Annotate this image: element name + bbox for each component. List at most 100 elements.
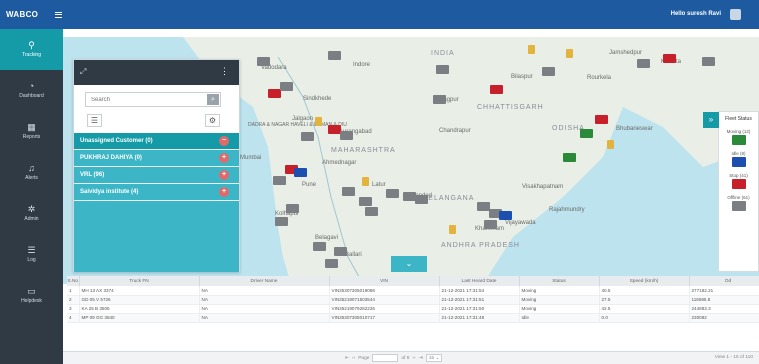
truck-marker[interactable] [294, 168, 307, 177]
table-row[interactable]: 1 MH 13 AX 3374 NA VIN35307305019086 21-… [67, 286, 759, 296]
truck-marker[interactable] [301, 132, 314, 141]
truck-marker[interactable] [490, 85, 503, 94]
truck-marker[interactable] [286, 204, 299, 213]
truck-marker[interactable] [280, 82, 293, 91]
search-input[interactable] [86, 93, 196, 106]
location-pin-icon[interactable] [607, 140, 614, 149]
truck-marker[interactable] [484, 220, 497, 229]
truck-marker[interactable] [386, 189, 399, 198]
table-row[interactable]: 2 GD 05 V 5726 NA VIN35219071503544 21-1… [67, 295, 759, 305]
truck-marker[interactable] [325, 259, 338, 268]
fleet-status-moving[interactable]: Moving (12) [719, 129, 758, 145]
truck-marker[interactable] [257, 57, 270, 66]
truck-marker[interactable] [273, 176, 286, 185]
column-header[interactable]: VIN [329, 276, 440, 286]
customer-group-unassigned[interactable]: Unassigned Customer (0) − [74, 133, 239, 150]
expand-plus-icon[interactable]: + [219, 187, 229, 197]
previous-page-icon[interactable]: ‹‹ [352, 356, 355, 361]
truck-marker[interactable] [415, 195, 428, 204]
sidebar-item-tracking[interactable]: ⚲ Tracking [0, 29, 63, 70]
truck-marker[interactable] [275, 217, 288, 226]
sidebar-item-admin[interactable]: ✲ Admin [0, 193, 63, 234]
fleet-status-idle[interactable]: Idle (8) [719, 151, 758, 167]
column-header[interactable]: Speed (km/h) [599, 276, 690, 286]
table-row[interactable]: 3 KA 25 B 3506 NA VIN35219079282226 21-1… [67, 304, 759, 314]
first-page-icon[interactable]: ⇤ [345, 356, 349, 361]
page-number-input[interactable] [372, 354, 399, 362]
table-cell: 230082 [689, 313, 759, 323]
map-place-label: Rourkela [587, 75, 612, 81]
location-pin-icon[interactable] [566, 49, 573, 58]
settings-icon[interactable]: ⚙ [205, 114, 220, 127]
sidebar-item-helpdesk[interactable]: ▭ Helpdesk [0, 275, 63, 316]
map-place-label: Belagavi [315, 235, 339, 241]
collapse-map-button[interactable]: ⌄ [391, 256, 427, 272]
truck-marker[interactable] [663, 54, 676, 63]
table-cell: 116595.8 [689, 295, 759, 305]
truck-marker[interactable] [313, 242, 326, 251]
truck-marker[interactable] [334, 247, 347, 256]
truck-marker[interactable] [359, 197, 372, 206]
chevron-right-icon[interactable]: » [703, 112, 719, 128]
customer-group-vrl[interactable]: VRL (96) + [74, 167, 239, 184]
list-view-icon[interactable]: ☰ [87, 114, 102, 127]
expand-plus-icon[interactable]: + [219, 170, 229, 180]
hamburger-menu-icon[interactable] [55, 11, 63, 18]
truck-marker[interactable] [342, 187, 355, 196]
truck-marker[interactable] [499, 211, 512, 220]
truck-marker[interactable] [563, 153, 576, 162]
customer-group-pukhraj[interactable]: PUKHRAJ DAHIYA (0) + [74, 150, 239, 167]
search-icon[interactable]: ⌕ [207, 94, 219, 105]
page-size-select[interactable]: 15 ⌄ [425, 354, 443, 362]
user-greeting[interactable]: Hello suresh Ravi [671, 11, 721, 17]
truck-marker[interactable] [268, 89, 281, 98]
vehicle-filter-panel: ⤢ ⋮ ⌕ ☰ ⚙ Unassigned Customer (0) − PUKH… [73, 59, 240, 272]
table-cell: VIN35219079282226 [329, 304, 440, 314]
expand-icon[interactable]: ⤢ [80, 67, 86, 77]
brand-logo: WABCO [6, 10, 39, 19]
map-place-label: Pune [302, 182, 317, 188]
location-pin-icon[interactable] [362, 177, 369, 186]
fleet-status-offline[interactable]: Offline (61) [719, 195, 758, 211]
collapse-icon[interactable]: − [219, 136, 229, 146]
avatar[interactable] [730, 9, 741, 20]
more-vertical-icon[interactable]: ⋮ [220, 66, 229, 77]
sidebar-item-reports[interactable]: ▦ Reports [0, 111, 63, 152]
truck-marker[interactable] [702, 57, 715, 66]
expand-plus-icon[interactable]: + [219, 153, 229, 163]
truck-marker[interactable] [340, 131, 353, 140]
truck-marker[interactable] [436, 65, 449, 74]
location-pin-icon[interactable] [449, 225, 456, 234]
truck-marker[interactable] [637, 59, 650, 68]
truck-marker[interactable] [542, 67, 555, 76]
column-header[interactable]: Truck FN [79, 276, 200, 286]
map-place-label: Sindkhede [303, 96, 332, 102]
column-header[interactable]: Last Heard Date [439, 276, 520, 286]
column-header[interactable]: Driver Name [199, 276, 330, 286]
truck-marker[interactable] [580, 129, 593, 138]
location-pin-icon[interactable] [528, 45, 535, 54]
next-page-icon[interactable]: ›› [412, 356, 415, 361]
table-cell: 277182.21 [689, 286, 759, 296]
sidebar-item-alerts[interactable]: ♫ Alerts [0, 152, 63, 193]
fleet-status-label: Moving (12) [726, 129, 751, 134]
table-cell: NA [199, 286, 330, 296]
last-page-icon[interactable]: ⇥ [419, 356, 423, 361]
truck-marker[interactable] [365, 207, 378, 216]
map-place-label: Bilaspur [511, 74, 533, 80]
map-view[interactable]: Vadodara Indore INDIA Jamshedpur Kolkata… [63, 37, 759, 284]
sidebar-item-log[interactable]: ☰ Log [0, 234, 63, 275]
customer-group-saividya[interactable]: Saividya institute (4) + [74, 184, 239, 201]
column-header[interactable]: S.No [67, 276, 80, 286]
column-header[interactable]: Status [519, 276, 600, 286]
truck-marker[interactable] [595, 115, 608, 124]
column-header[interactable]: Od [689, 276, 759, 286]
fleet-status-stop[interactable]: Stop (41) [719, 173, 758, 189]
truck-marker[interactable] [328, 51, 341, 60]
location-pin-icon[interactable] [315, 117, 322, 126]
table-row[interactable]: 4 MP 09 GG 3840 NA VIN35307305010717 21-… [67, 313, 759, 323]
truck-marker[interactable] [433, 95, 446, 104]
table-header-row: S.No Truck FN Driver Name VIN Last Heard… [67, 276, 759, 286]
sidebar-item-label: Reports [22, 134, 41, 140]
sidebar-item-dashboard[interactable]: ◔ Dashboard [0, 70, 63, 111]
